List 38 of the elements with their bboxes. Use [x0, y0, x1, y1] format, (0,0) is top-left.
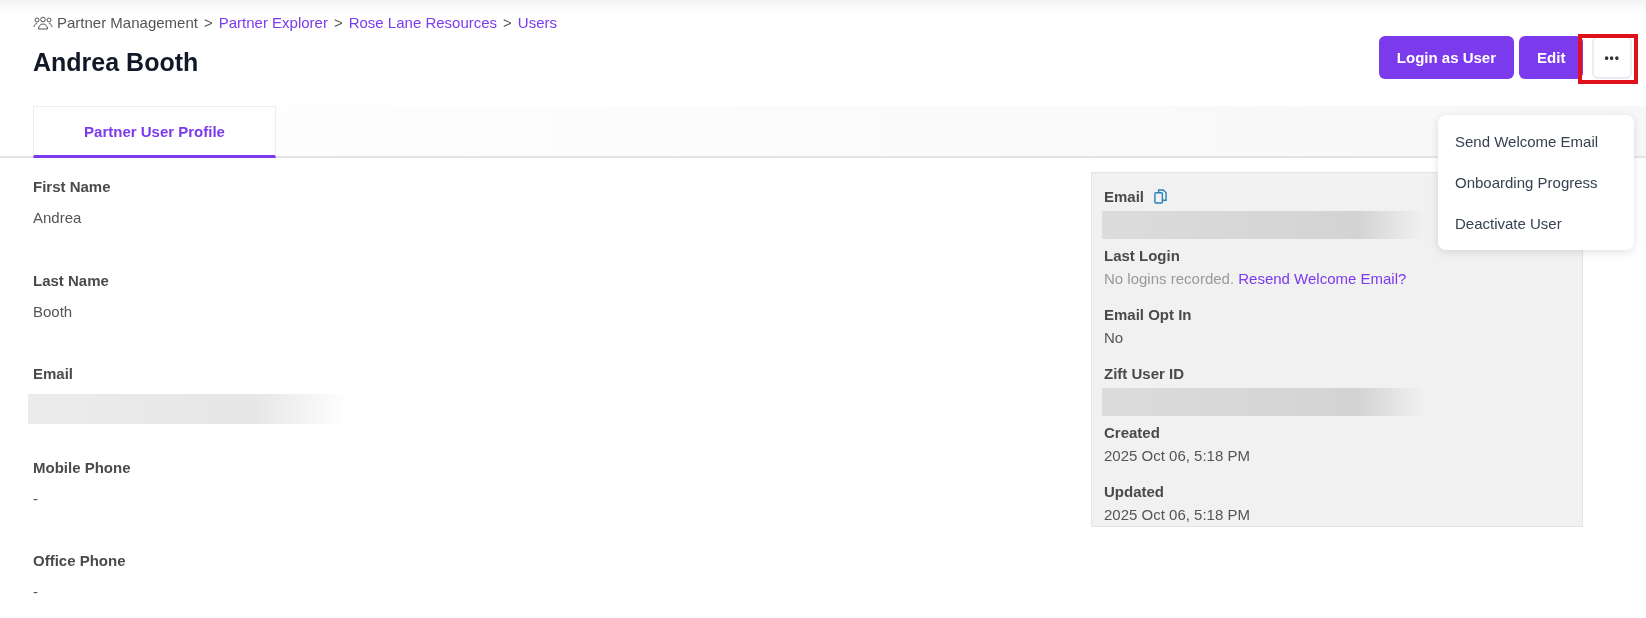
- copy-icon[interactable]: [1154, 189, 1168, 204]
- tab[interactable]: Partner User Profile: [33, 106, 276, 158]
- breadcrumb-link[interactable]: Partner Explorer: [218, 14, 328, 31]
- field-value: 2025 Oct 06, 5:18 PM: [1104, 506, 1251, 523]
- field-label: Mobile Phone: [33, 458, 131, 476]
- field-value: 2025 Oct 06, 5:18 PM: [1104, 447, 1251, 464]
- menu-item[interactable]: Onboarding Progress: [1438, 162, 1634, 203]
- breadcrumb-item: Partner Management: [57, 14, 198, 31]
- breadcrumb-separator: >: [333, 14, 343, 31]
- field-label: Email Opt In: [1104, 306, 1192, 323]
- breadcrumb-link[interactable]: Users: [517, 14, 558, 31]
- field-label: Zift User ID: [1104, 365, 1184, 382]
- field-value: No logins recorded.: [1104, 270, 1235, 287]
- field-value: -: [33, 489, 39, 507]
- field-label: First Name: [33, 178, 111, 195]
- field-value: -: [33, 583, 39, 600]
- resend-link[interactable]: Resend Welcome Email?: [1238, 270, 1407, 287]
- field-value: Booth: [33, 302, 74, 320]
- people-icon: [33, 15, 53, 30]
- field-label: Email: [1104, 188, 1145, 205]
- field-label: Last Name: [33, 271, 109, 289]
- field-value: No: [1104, 329, 1125, 346]
- action-button[interactable]: Login as User: [1378, 36, 1515, 79]
- highlight-frame: [1578, 34, 1638, 84]
- breadcrumb-link[interactable]: Rose Lane Resources: [348, 14, 498, 31]
- breadcrumb-separator: >: [203, 14, 213, 31]
- field-value: Andrea: [33, 209, 83, 226]
- action-button[interactable]: Edit: [1519, 36, 1584, 79]
- breadcrumb-separator: >: [503, 14, 512, 31]
- field-label: Office Phone: [33, 552, 126, 569]
- field-label: Last Login: [1104, 247, 1180, 264]
- menu-item[interactable]: Send Welcome Email: [1438, 121, 1634, 162]
- page-title: Andrea Booth: [33, 48, 200, 77]
- field-label: Updated: [1104, 483, 1164, 500]
- field-label: Created: [1104, 424, 1160, 441]
- field-label: Email: [33, 365, 74, 382]
- menu-item[interactable]: Deactivate User: [1438, 203, 1634, 244]
- more-button[interactable]: •••: [1592, 36, 1632, 79]
